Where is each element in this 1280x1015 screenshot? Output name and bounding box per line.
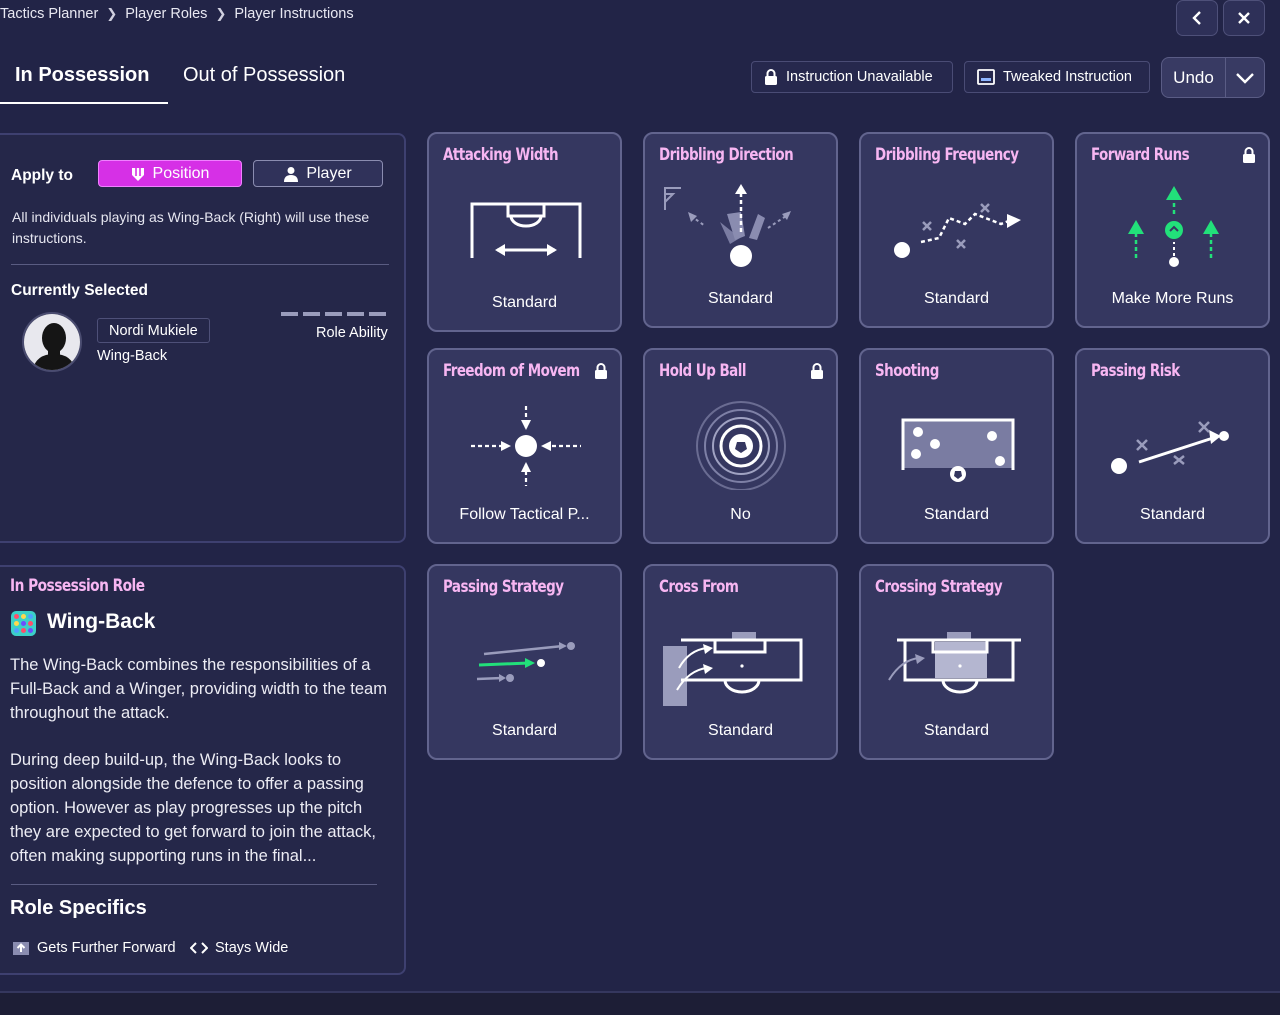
- instruction-title: Passing Strategy: [443, 577, 564, 597]
- instruction-hold-up-ball[interactable]: Hold Up Ball No: [643, 348, 838, 544]
- instruction-value: Standard: [924, 722, 989, 739]
- instruction-title: Passing Risk: [1091, 361, 1180, 381]
- hold-up-ball-icon: [696, 401, 786, 490]
- role-description-1: The Wing-Back combines the responsibilit…: [10, 656, 387, 722]
- close-icon: [1238, 12, 1250, 24]
- instruction-passing-strategy[interactable]: Passing Strategy Standard: [427, 564, 622, 760]
- currently-selected-label: Currently Selected: [11, 282, 148, 299]
- undo-button[interactable]: Undo: [1161, 57, 1265, 98]
- bottom-bar: [0, 991, 1280, 1015]
- undo-dropdown[interactable]: [1226, 71, 1264, 85]
- instruction-dribbling-direction[interactable]: Dribbling Direction Standard: [643, 132, 838, 328]
- attacking-width-icon: [470, 202, 582, 258]
- breadcrumb: Tactics Planner ❯ Player Roles ❯ Player …: [0, 6, 354, 22]
- role-name: Wing-Back: [47, 610, 156, 633]
- breadcrumb-player-roles[interactable]: Player Roles: [125, 6, 207, 22]
- apply-to-label: Apply to: [11, 167, 73, 184]
- crossing-strategy-icon: [888, 632, 1021, 694]
- role-panel-title: In Possession Role: [10, 576, 145, 596]
- cross-from-icon: [663, 632, 803, 706]
- divider: [11, 264, 389, 265]
- specific-gets-further-forward: Gets Further Forward: [12, 940, 176, 956]
- lock-icon: [595, 363, 607, 379]
- apply-player-button[interactable]: Player: [253, 160, 383, 187]
- instruction-title: Dribbling Direction: [659, 145, 794, 165]
- legend-instruction-unavailable: Instruction Unavailable: [751, 61, 953, 93]
- instruction-value: Standard: [708, 722, 773, 739]
- instruction-value: Follow Tactical P...: [459, 506, 590, 523]
- instruction-shooting[interactable]: Shooting Standard: [859, 348, 1054, 544]
- instruction-value: Standard: [492, 722, 557, 739]
- tab-out-of-possession[interactable]: Out of Possession: [183, 64, 345, 87]
- instruction-title: Attacking Width: [443, 145, 559, 165]
- tweaked-icon: [977, 69, 995, 85]
- tab-in-possession[interactable]: In Possession: [15, 64, 150, 87]
- role-specifics-title: Role Specifics: [10, 897, 147, 919]
- forward-icon: [13, 942, 29, 955]
- breadcrumb-player-instructions: Player Instructions: [234, 6, 354, 22]
- width-arrows-icon: [190, 942, 208, 954]
- lock-icon: [811, 363, 823, 379]
- chevron-left-icon: [1192, 11, 1201, 25]
- specific-stays-wide: Stays Wide: [190, 940, 288, 956]
- lock-icon: [765, 69, 777, 85]
- chevron-right-icon: ❯: [106, 6, 118, 21]
- instruction-attacking-width[interactable]: Attacking Width Standard: [427, 132, 622, 332]
- shooting-icon: [901, 418, 1015, 482]
- instruction-value: Standard: [708, 290, 773, 307]
- instruction-freedom-of-movement[interactable]: Freedom of Movement Follow Tactical P...: [427, 348, 622, 544]
- role-ability-label: Role Ability: [316, 325, 388, 341]
- instruction-title: Shooting: [875, 361, 939, 381]
- instruction-forward-runs[interactable]: Forward Runs Make More Runs: [1075, 132, 1270, 328]
- freedom-of-movement-icon: [471, 406, 581, 486]
- legend-tweaked-instruction: Tweaked Instruction: [964, 61, 1150, 93]
- player-role: Wing-Back: [97, 348, 168, 364]
- instruction-value: Standard: [924, 290, 989, 307]
- instruction-passing-risk[interactable]: Passing Risk Standard: [1075, 348, 1270, 544]
- dribbling-direction-icon: [664, 184, 791, 267]
- role-grid-icon: [11, 611, 36, 636]
- instruction-title: Dribbling Frequency: [875, 145, 1019, 165]
- close-button[interactable]: [1223, 0, 1265, 36]
- shirt-icon: [131, 167, 144, 181]
- role-description-2: During deep build-up, the Wing-Back look…: [10, 751, 376, 865]
- instruction-value: Standard: [492, 294, 557, 311]
- instruction-value: Make More Runs: [1111, 290, 1234, 307]
- dribbling-frequency-icon: [894, 203, 1021, 258]
- instruction-value: No: [730, 506, 751, 523]
- apply-description: All individuals playing as Wing-Back (Ri…: [12, 209, 370, 246]
- person-icon: [284, 166, 299, 182]
- instruction-title: Crossing Strategy: [875, 577, 1003, 597]
- lock-icon: [1243, 147, 1255, 163]
- apply-position-button[interactable]: Position: [98, 160, 242, 187]
- instruction-value: Standard: [1140, 506, 1205, 523]
- divider: [11, 884, 377, 885]
- chevron-down-icon: [1236, 72, 1254, 84]
- instruction-cross-from[interactable]: Cross From Standard: [643, 564, 838, 760]
- back-button[interactable]: [1176, 0, 1218, 36]
- instruction-dribbling-frequency[interactable]: Dribbling Frequency Standard: [859, 132, 1054, 328]
- role-ability-bar: [281, 312, 386, 316]
- forward-runs-icon: [1128, 186, 1219, 267]
- undo-label[interactable]: Undo: [1162, 58, 1226, 97]
- active-tab-indicator: [0, 102, 168, 104]
- instruction-value: Standard: [924, 506, 989, 523]
- instruction-title: Cross From: [659, 577, 739, 597]
- instruction-crossing-strategy[interactable]: Crossing Strategy Standard: [859, 564, 1054, 760]
- instruction-title: Forward Runs: [1091, 145, 1190, 165]
- instruction-title: Freedom of Movement: [443, 361, 580, 381]
- instruction-title: Hold Up Ball: [659, 361, 746, 381]
- player-name-button[interactable]: Nordi Mukiele: [97, 318, 210, 343]
- avatar: [22, 312, 82, 372]
- passing-risk-icon: [1111, 421, 1229, 474]
- passing-strategy-icon: [476, 642, 575, 682]
- breadcrumb-tactics-planner[interactable]: Tactics Planner: [0, 6, 98, 22]
- chevron-right-icon: ❯: [215, 6, 227, 21]
